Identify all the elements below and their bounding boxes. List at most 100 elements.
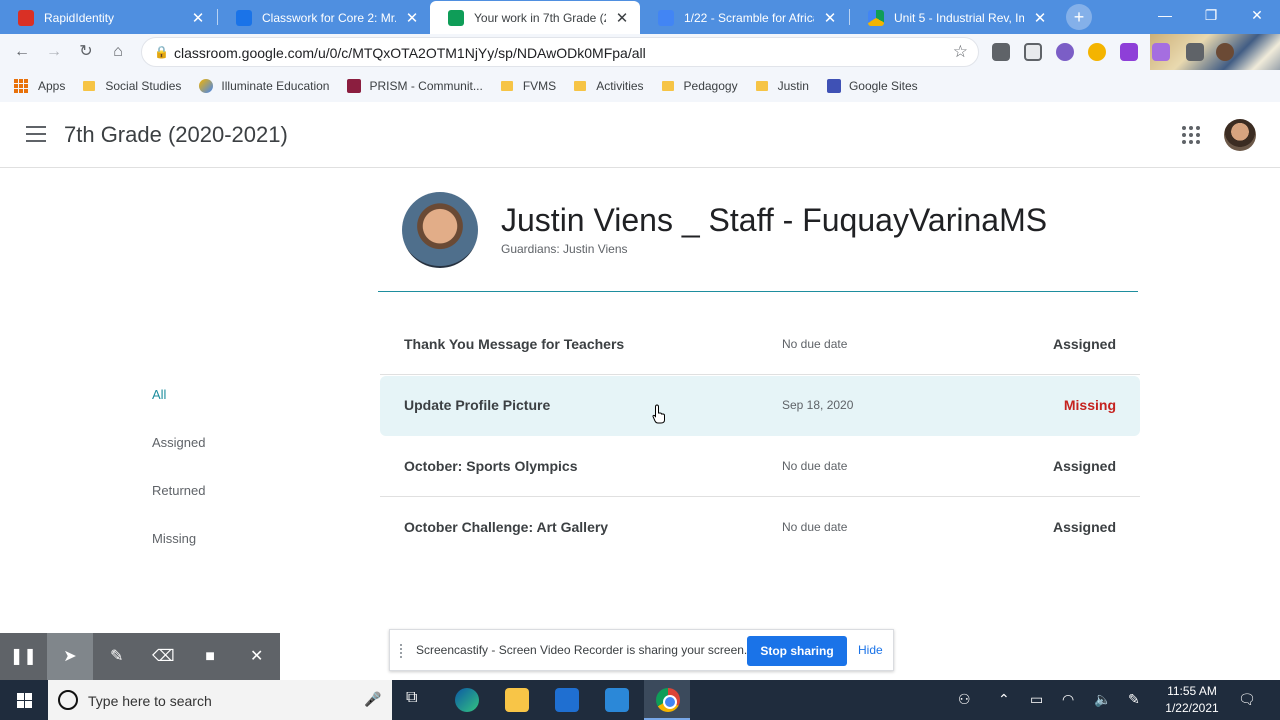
work-item-title: October Challenge: Art Gallery — [404, 519, 609, 535]
restore-button[interactable]: ❐ — [1188, 0, 1234, 32]
work-item-status: Missing — [1063, 397, 1116, 413]
bookmark-justin[interactable]: Justin — [755, 79, 809, 93]
close-icon[interactable]: ✕ — [614, 9, 630, 27]
bookmark-google-sites[interactable]: Google Sites — [826, 79, 918, 93]
prism-icon — [347, 79, 362, 93]
work-item-due: Sep 18, 2020 — [782, 398, 854, 412]
filter-missing[interactable]: Missing — [152, 531, 196, 546]
notifications-icon[interactable]: 🗨 — [1238, 691, 1256, 708]
camera-icon[interactable]: ■ — [187, 633, 234, 680]
close-window-button[interactable]: ✕ — [1234, 0, 1280, 32]
profile-avatar[interactable] — [1216, 43, 1234, 61]
minimize-button[interactable]: — — [1142, 0, 1188, 32]
filter-assigned[interactable]: Assigned — [152, 435, 205, 450]
bitmoji-extension-icon[interactable] — [1120, 43, 1138, 61]
google-sites-icon — [826, 79, 841, 93]
filter-returned[interactable]: Returned — [152, 483, 205, 498]
close-icon[interactable]: ✕ — [1032, 9, 1048, 27]
guardians-text: Guardians: Justin Viens — [501, 242, 628, 256]
rocket-extension-icon[interactable] — [992, 43, 1010, 61]
bookmark-star-icon[interactable]: ☆ — [953, 42, 968, 62]
windows-taskbar: Type here to search 🎤 ⧉ ⚇ ⌃ ▭ ◠ 🔈 ✎ 11:5… — [0, 680, 1280, 720]
hand-cursor-icon — [652, 404, 665, 424]
work-item-due: No due date — [782, 459, 848, 473]
work-item-status: Assigned — [1052, 519, 1116, 535]
google-apps-icon[interactable] — [1182, 126, 1200, 144]
chevron-up-icon[interactable]: ⌃ — [998, 691, 1010, 708]
clock-date: 1/22/2021 — [1165, 701, 1219, 715]
work-item-row[interactable]: October: Sports Olympics No due date Ass… — [380, 437, 1140, 497]
system-clock[interactable]: 11:55 AM 1/22/2021 — [1156, 683, 1228, 717]
home-icon[interactable]: ⌂ — [106, 40, 130, 64]
windows-start-icon[interactable] — [0, 680, 48, 720]
drag-handle[interactable] — [400, 644, 404, 658]
screencastify-toolbar: ❚❚ ➤ ✎ ⌫ ■ ✕ — [0, 633, 280, 680]
student-avatar — [402, 192, 478, 268]
folder-icon — [755, 81, 768, 91]
wifi-icon[interactable]: ◠ — [1062, 691, 1074, 708]
bookmark-social-studies[interactable]: Social Studies — [83, 79, 181, 93]
battery-icon[interactable]: ▭ — [1030, 691, 1043, 708]
bookmark-illuminate[interactable]: Illuminate Education — [199, 79, 329, 93]
chrome-icon — [656, 688, 680, 712]
bookmark-pedagogy[interactable]: Pedagogy — [661, 79, 738, 93]
url-text[interactable]: classroom.google.com/u/0/c/MTQxOTA2OTM1N… — [174, 45, 646, 61]
work-item-row[interactable]: Update Profile Picture Sep 18, 2020 Miss… — [380, 376, 1140, 436]
share-message: Screencastify - Screen Video Recorder is… — [416, 643, 748, 657]
work-item-status: Assigned — [1052, 458, 1116, 474]
close-icon[interactable]: ✕ — [404, 9, 420, 27]
bookmark-fvms[interactable]: FVMS — [500, 79, 556, 93]
extension-icon[interactable] — [1152, 43, 1170, 61]
bookmark-prism[interactable]: PRISM - Communit... — [347, 79, 483, 93]
pointer-icon[interactable]: ➤ — [46, 633, 94, 680]
bookmark-activities[interactable]: Activities — [574, 79, 644, 93]
browser-tab-strip: RapidIdentity ✕ Classwork for Core 2: Mr… — [0, 0, 1280, 34]
address-bar[interactable]: 🔒 classroom.google.com/u/0/c/MTQxOTA2OTM… — [141, 37, 979, 67]
filter-all[interactable]: All — [152, 387, 166, 402]
hide-button[interactable]: Hide — [858, 643, 883, 657]
tab-classwork[interactable]: Classwork for Core 2: Mr. V ✕ — [218, 1, 430, 34]
microphone-icon[interactable]: 🎤 — [364, 691, 381, 708]
forward-icon[interactable]: → — [42, 40, 66, 64]
work-item-row[interactable]: October Challenge: Art Gallery No due da… — [380, 498, 1140, 558]
work-item-title: October: Sports Olympics — [404, 458, 578, 474]
file-explorer-icon[interactable] — [505, 688, 529, 712]
mail-icon[interactable] — [605, 688, 629, 712]
stop-sharing-button[interactable]: Stop sharing — [747, 636, 847, 666]
pen-workspace-icon[interactable]: ✎ — [1128, 691, 1140, 708]
snowflake-extension-icon[interactable] — [1056, 43, 1074, 61]
edge-icon[interactable] — [455, 688, 479, 712]
work-item-title: Thank You Message for Teachers — [404, 336, 625, 352]
close-icon[interactable]: ✕ — [822, 9, 838, 27]
extension-icon[interactable] — [1088, 43, 1106, 61]
screen-share-notice: Screencastify - Screen Video Recorder is… — [389, 629, 894, 671]
pocket-extension-icon[interactable] — [1024, 43, 1042, 61]
tab-your-work[interactable]: Your work in 7th Grade (202 ✕ — [430, 1, 640, 34]
work-item-row[interactable]: Thank You Message for Teachers No due da… — [380, 315, 1140, 375]
people-icon[interactable]: ⚇ — [958, 691, 971, 708]
work-item-title: Update Profile Picture — [404, 397, 551, 413]
tab-scramble-africa[interactable]: 1/22 - Scramble for Africa \ ✕ — [640, 1, 848, 34]
docs-icon — [658, 9, 674, 26]
back-icon[interactable]: ← — [10, 40, 34, 64]
task-view-icon[interactable]: ⧉ — [406, 689, 417, 707]
menu-icon[interactable] — [26, 126, 46, 142]
taskbar-search-input[interactable]: Type here to search 🎤 — [48, 680, 392, 720]
reload-icon[interactable]: ↻ — [74, 40, 98, 64]
tab-unit-5[interactable]: Unit 5 - Industrial Rev, Imp ✕ — [850, 1, 1058, 34]
close-icon[interactable]: ✕ — [233, 633, 280, 680]
new-tab-button[interactable]: + — [1066, 4, 1092, 30]
pen-icon[interactable]: ✎ — [93, 633, 140, 680]
eraser-icon[interactable]: ⌫ — [140, 633, 187, 680]
store-icon[interactable] — [555, 688, 579, 712]
close-icon[interactable]: ✕ — [190, 9, 206, 27]
tab-rapididentity[interactable]: RapidIdentity ✕ — [0, 1, 216, 34]
class-title[interactable]: 7th Grade (2020-2021) — [64, 122, 288, 148]
account-avatar[interactable] — [1224, 119, 1256, 151]
work-item-due: No due date — [782, 337, 848, 351]
bookmark-apps[interactable]: Apps — [14, 79, 65, 93]
puzzle-extensions-icon[interactable] — [1186, 43, 1204, 61]
volume-icon[interactable]: 🔈 — [1094, 691, 1111, 708]
pause-icon[interactable]: ❚❚ — [0, 633, 47, 680]
folder-icon — [83, 81, 96, 91]
